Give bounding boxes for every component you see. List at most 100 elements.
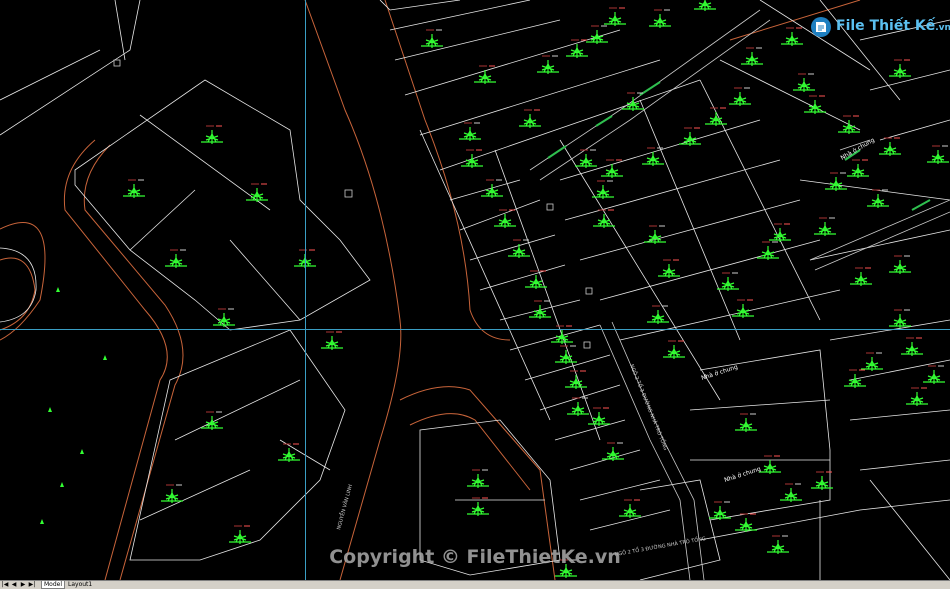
tree-icon — [732, 304, 754, 318]
tab-layout1[interactable]: Layout1 — [66, 581, 94, 588]
tree-icon — [619, 504, 641, 518]
tab-next-button[interactable]: ▶ — [19, 581, 27, 588]
tree-icon — [729, 92, 751, 106]
tree-icon — [474, 70, 496, 84]
tree-icon — [551, 330, 573, 344]
small-tree-icon — [40, 519, 44, 524]
road-edge — [63, 139, 168, 580]
tree-icon — [467, 474, 489, 488]
tree-icon — [757, 246, 779, 260]
road-edge — [0, 257, 36, 331]
tree-icon — [838, 120, 860, 134]
tree-icon — [123, 184, 145, 198]
road-edge — [409, 413, 531, 491]
tree-icon — [213, 313, 235, 327]
lot-labels — [128, 7, 948, 561]
tree-icon — [781, 32, 803, 46]
house-label: Nhà ở chung — [723, 465, 761, 483]
crosshair-vertical — [305, 0, 306, 580]
cad-drawing-viewport[interactable]: NGUYỄN VĂN LINH NGÕ 2 TỔ 3 ĐƯỜNG NHÀ TRÒ… — [0, 0, 950, 580]
tree-icon — [575, 154, 597, 168]
tab-last-button[interactable]: ▶| — [28, 581, 36, 588]
filethietke-logo[interactable]: File Thiết Kế.vn — [810, 14, 950, 40]
small-tree-icon — [80, 449, 84, 454]
alley-hatching — [547, 81, 931, 211]
tree-icon — [741, 52, 763, 66]
tree-icon — [459, 127, 481, 141]
tree-icon — [717, 277, 739, 291]
logo-name: File Thiết Kế — [836, 18, 936, 34]
road-edge — [83, 144, 184, 580]
tree-icon — [735, 418, 757, 432]
survey-markers — [113, 59, 593, 349]
tree-icon — [709, 506, 731, 520]
tree-icon — [793, 78, 815, 92]
tree-icon — [201, 416, 223, 430]
tree-icon — [923, 370, 945, 384]
small-tree-icon — [56, 287, 60, 292]
tree-icon — [735, 518, 757, 532]
tree-icon — [602, 447, 624, 461]
tree-icon — [850, 272, 872, 286]
tree-icon — [604, 12, 626, 26]
tree-icon — [814, 222, 836, 236]
house-label: Nhà ở chung — [700, 363, 738, 381]
tree-icon — [847, 164, 869, 178]
road-edge — [0, 222, 46, 341]
tree-icon — [467, 502, 489, 516]
house-label: Nhà ở chung — [840, 137, 877, 162]
tree-icon — [567, 402, 589, 416]
tree-icon — [889, 260, 911, 274]
tree-icon — [889, 314, 911, 328]
tab-prev-button[interactable]: ◀ — [10, 581, 18, 588]
tree-icon — [537, 60, 559, 74]
tree-icon — [780, 488, 802, 502]
tree-icon — [694, 0, 716, 11]
tree-icon — [165, 254, 187, 268]
small-tree-icon — [103, 355, 107, 360]
tree-icon — [804, 100, 826, 114]
tree-icon — [525, 275, 547, 289]
tree-icon — [555, 350, 577, 364]
tab-first-button[interactable]: |◀ — [1, 581, 9, 588]
tree-icon — [593, 214, 615, 228]
tree-icon — [927, 150, 949, 164]
tree-icon — [592, 185, 614, 199]
tree-icon — [566, 44, 588, 58]
tree-icon — [644, 230, 666, 244]
crosshair-horizontal — [0, 329, 950, 330]
road-boundaries — [0, 0, 861, 580]
tree-icon — [663, 345, 685, 359]
tree-icon — [901, 342, 923, 356]
tree-icon — [759, 460, 781, 474]
tree-icon — [658, 264, 680, 278]
tree-icon — [161, 489, 183, 503]
tree-icon — [421, 34, 443, 48]
copyright-watermark: Copyright © FileThietKe.vn — [329, 546, 621, 568]
logo-icon — [811, 17, 831, 37]
logo-domain: .vn — [935, 23, 950, 33]
tree-icon — [586, 30, 608, 44]
tree-icon — [889, 64, 911, 78]
tree-icon — [649, 14, 671, 28]
tree-symbols — [40, 0, 949, 578]
tree-icon — [519, 114, 541, 128]
tree-icon — [844, 374, 866, 388]
tree-icon — [705, 112, 727, 126]
tree-icon — [229, 530, 251, 544]
road-label: NGUYỄN VĂN LINH — [334, 483, 354, 530]
small-tree-icon — [60, 482, 64, 487]
tree-icon — [879, 142, 901, 156]
tree-icon — [588, 412, 610, 426]
tree-icon — [565, 375, 587, 389]
tree-icon — [622, 97, 644, 111]
small-tree-icon — [48, 407, 52, 412]
tree-icon — [601, 164, 623, 178]
logo-text: File Thiết Kế.vn — [836, 18, 950, 34]
tree-icon — [861, 357, 883, 371]
tree-icon — [201, 130, 223, 144]
cad-drawing-canvas[interactable]: NGUYỄN VĂN LINH NGÕ 2 TỔ 3 ĐƯỜNG NHÀ TRÒ… — [0, 0, 950, 580]
tree-icon — [769, 228, 791, 242]
tree-icon — [867, 194, 889, 208]
tree-icon — [321, 336, 343, 350]
